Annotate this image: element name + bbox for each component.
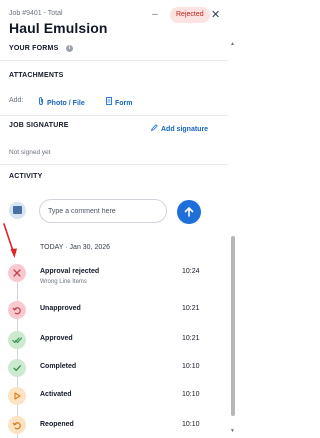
add-signature-label: Add signature bbox=[161, 126, 209, 133]
status-badge: Rejected bbox=[170, 7, 210, 23]
signature-status: Not signed yet bbox=[9, 149, 51, 156]
activity-date-heading: TODAY · Jan 30, 2026 bbox=[40, 244, 111, 251]
info-icon[interactable]: i bbox=[66, 45, 73, 52]
scrollbar-thumb[interactable] bbox=[231, 236, 235, 416]
add-signature-link[interactable]: Add signature bbox=[150, 124, 209, 133]
activity-event-title: Completed bbox=[40, 363, 77, 370]
scroll-up-arrow[interactable]: ▲ bbox=[230, 41, 235, 47]
undo-icon bbox=[12, 307, 21, 315]
divider bbox=[0, 60, 228, 61]
activity-event-time: 10:10 bbox=[182, 363, 200, 370]
close-icon bbox=[13, 269, 21, 277]
timeline-node-reopened bbox=[8, 416, 26, 434]
timeline-line bbox=[17, 268, 18, 438]
scroll-down-arrow[interactable]: ▼ bbox=[230, 428, 235, 434]
activity-event-title: Approved bbox=[40, 335, 73, 342]
activity-event-time: 10:21 bbox=[182, 335, 200, 342]
timeline-node-activated bbox=[8, 387, 26, 405]
play-icon bbox=[14, 392, 21, 400]
comment-icon bbox=[13, 206, 22, 214]
timeline-node-completed bbox=[8, 359, 26, 377]
add-form-link[interactable]: Form bbox=[106, 97, 133, 107]
timeline-node-unapproved bbox=[8, 301, 26, 319]
activity-event-time: 10:24 bbox=[182, 268, 200, 275]
form-label: Form bbox=[115, 100, 133, 107]
job-subtitle: Job #9401 - Total bbox=[9, 10, 63, 17]
timeline-node-approved bbox=[8, 331, 26, 349]
activity-event-subtitle: Wrong Line Items bbox=[40, 279, 87, 285]
job-detail-scroll-area[interactable]: YOUR FORMS i ATTACHMENTS Add: Photo / Fi… bbox=[0, 40, 228, 438]
photo-file-label: Photo / File bbox=[47, 100, 85, 107]
add-label: Add: bbox=[9, 97, 24, 104]
activity-event-time: 10:21 bbox=[182, 305, 200, 312]
send-icon bbox=[184, 207, 194, 217]
activity-event-time: 10:10 bbox=[182, 421, 200, 428]
reopen-icon bbox=[12, 422, 21, 430]
activity-event-title: Unapproved bbox=[40, 305, 81, 312]
add-photo-file-link[interactable]: Photo / File bbox=[38, 97, 85, 107]
your-forms-heading: YOUR FORMS bbox=[9, 45, 59, 52]
close-icon: ✕ bbox=[211, 9, 221, 21]
user-avatar bbox=[9, 202, 26, 219]
send-comment-button[interactable] bbox=[177, 200, 201, 224]
minimize-button[interactable]: – bbox=[150, 9, 160, 20]
activity-event-title: Approval rejected bbox=[40, 268, 100, 275]
check-icon bbox=[13, 365, 21, 372]
double-check-icon bbox=[12, 337, 22, 344]
comment-input[interactable] bbox=[39, 199, 167, 223]
divider bbox=[0, 115, 228, 116]
pen-icon bbox=[150, 124, 158, 133]
timeline-node-rejected bbox=[8, 264, 26, 282]
activity-event-title: Reopened bbox=[40, 421, 74, 428]
job-signature-heading: JOB SIGNATURE bbox=[9, 122, 69, 129]
activity-event-time: 10:10 bbox=[182, 391, 200, 398]
job-header: Job #9401 - Total Haul Emulsion – Reject… bbox=[0, 0, 236, 40]
close-button[interactable]: ✕ bbox=[211, 8, 220, 21]
activity-heading: ACTIVITY bbox=[9, 173, 43, 180]
activity-event-title: Activated bbox=[40, 391, 72, 398]
form-icon bbox=[106, 97, 112, 107]
paperclip-icon bbox=[38, 97, 44, 107]
divider bbox=[0, 164, 228, 165]
job-title: Haul Emulsion bbox=[9, 20, 108, 36]
attachments-heading: ATTACHMENTS bbox=[9, 72, 64, 79]
